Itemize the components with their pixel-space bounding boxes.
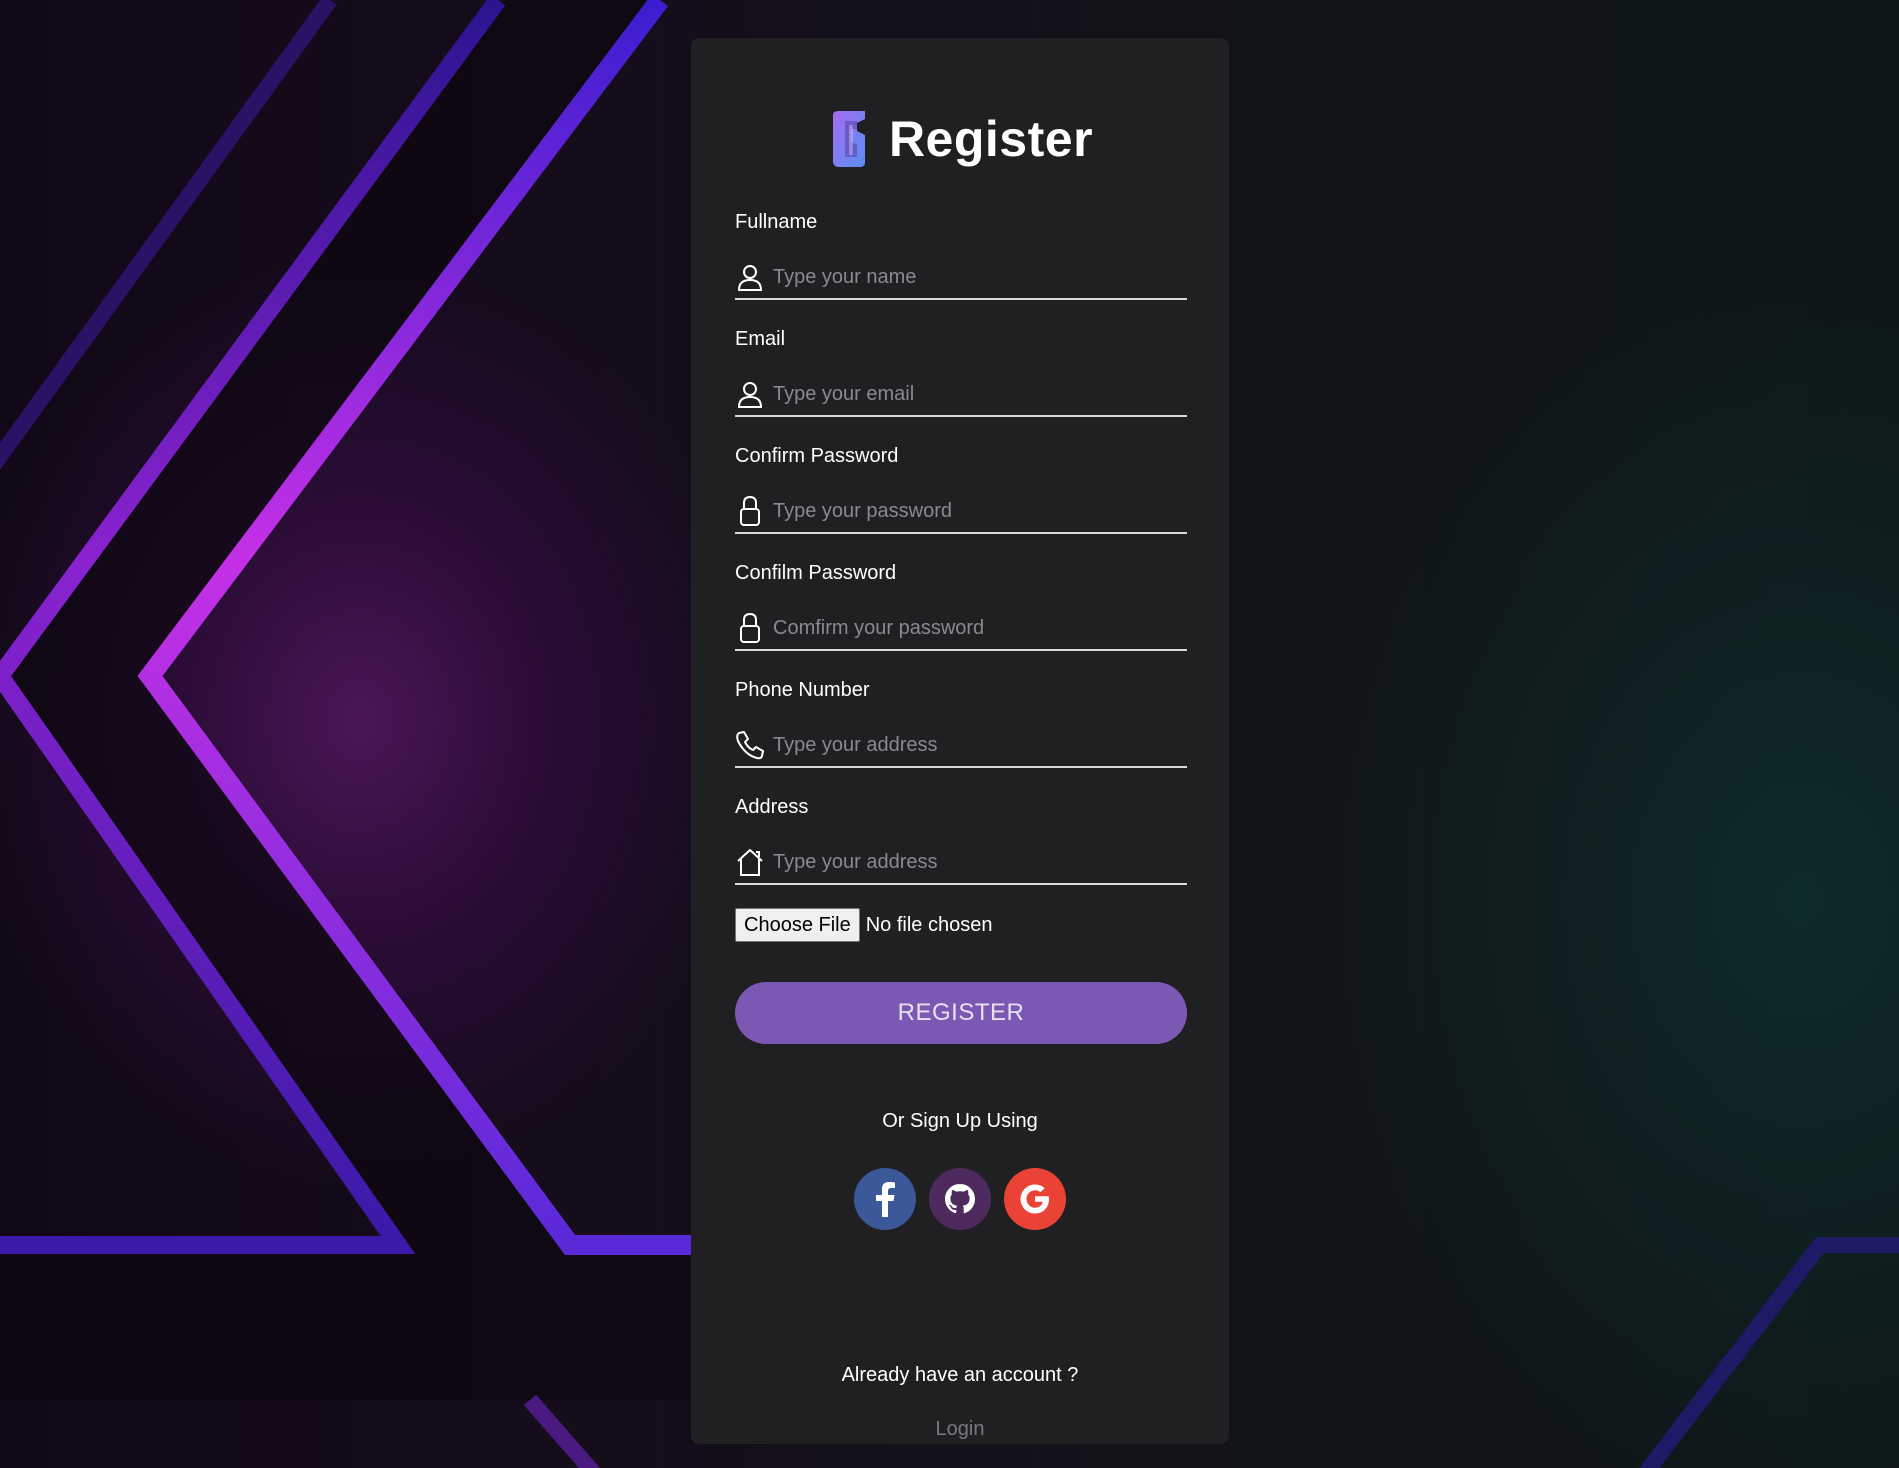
phone-input[interactable]: [773, 727, 1187, 763]
already-have-account: Already have an account ?: [841, 1364, 1079, 1386]
address-label: Address: [735, 796, 809, 818]
github-button[interactable]: [929, 1168, 991, 1230]
confirm-password-input-row: [735, 607, 1187, 651]
confirm-password-field: Confilm Password: [735, 561, 1187, 651]
address-field: Address: [735, 795, 1187, 885]
phone-field: Phone Number: [735, 678, 1187, 768]
address-input-row: [735, 841, 1187, 885]
choose-file-button[interactable]: Choose File: [735, 908, 860, 942]
google-button[interactable]: [1004, 1168, 1066, 1230]
card-header: Register: [691, 110, 1229, 168]
phone-icon: [735, 729, 765, 761]
lock-icon: [735, 495, 765, 527]
password-label: Confirm Password: [735, 445, 899, 467]
email-input[interactable]: [773, 376, 1187, 412]
user-icon: [735, 378, 765, 410]
password-input-row: [735, 490, 1187, 534]
register-card: Register Fullname Email Confirm Password: [691, 38, 1229, 1444]
confirm-password-input[interactable]: [773, 610, 1187, 646]
password-input[interactable]: [773, 493, 1187, 529]
confirm-password-label: Confilm Password: [735, 562, 897, 584]
facebook-button[interactable]: [854, 1168, 916, 1230]
page-title: Register: [888, 111, 1094, 167]
fullname-input[interactable]: [773, 259, 1187, 295]
file-upload: Choose File No file chosen: [735, 908, 992, 942]
facebook-icon: [876, 1182, 895, 1217]
brand-logo-icon: [832, 111, 865, 167]
social-buttons: [691, 1168, 1229, 1230]
login-link[interactable]: Login: [691, 1418, 1229, 1441]
fullname-input-row: [735, 256, 1187, 300]
email-label: Email: [735, 328, 786, 350]
user-icon: [735, 261, 765, 293]
register-button[interactable]: REGISTER: [735, 982, 1187, 1044]
fullname-field: Fullname: [735, 210, 1187, 300]
home-icon: [735, 846, 765, 878]
github-icon: [945, 1184, 975, 1214]
email-input-row: [735, 373, 1187, 417]
file-status: No file chosen: [865, 913, 993, 936]
google-icon: [1020, 1184, 1049, 1214]
fullname-label: Fullname: [735, 211, 818, 233]
social-heading: Or Sign Up Using: [882, 1110, 1038, 1132]
password-field: Confirm Password: [735, 444, 1187, 534]
lock-icon: [735, 612, 765, 644]
email-field: Email: [735, 327, 1187, 417]
address-input[interactable]: [773, 844, 1187, 880]
phone-label: Phone Number: [735, 679, 870, 701]
phone-input-row: [735, 724, 1187, 768]
